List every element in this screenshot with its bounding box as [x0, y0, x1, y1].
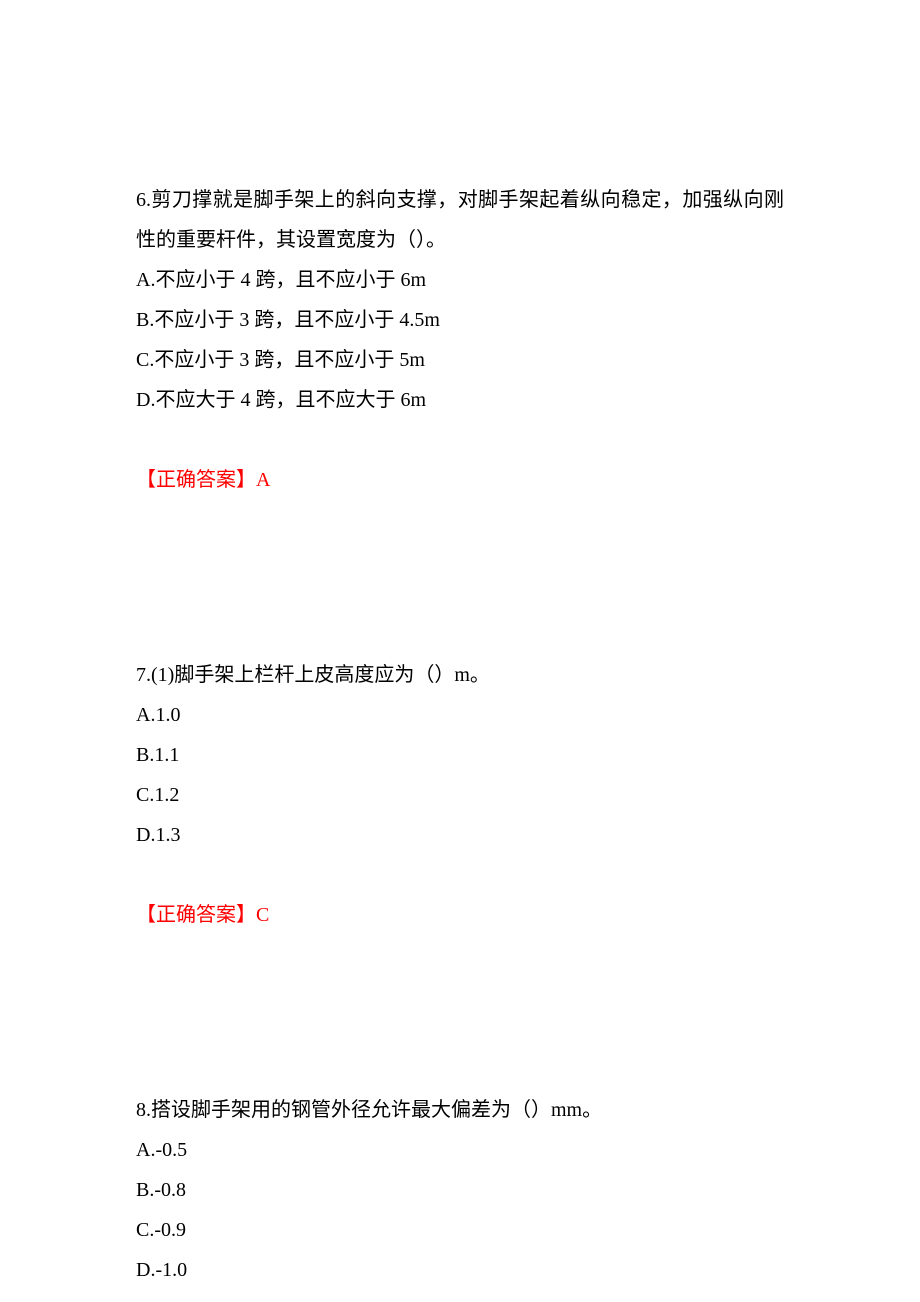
option-c: C.1.2: [136, 775, 784, 815]
option-b: B.1.1: [136, 735, 784, 775]
option-b: B.-0.8: [136, 1170, 784, 1210]
question-8: 8.搭设脚手架用的钢管外径允许最大偏差为（）mm。 A.-0.5 B.-0.8 …: [136, 1090, 784, 1290]
spacer: [136, 560, 784, 655]
question-stem: 7.(1)脚手架上栏杆上皮高度应为（）m。: [136, 655, 784, 695]
question-stem: 8.搭设脚手架用的钢管外径允许最大偏差为（）mm。: [136, 1090, 784, 1130]
option-b: B.不应小于 3 跨，且不应小于 4.5m: [136, 300, 784, 340]
question-options: A.1.0 B.1.1 C.1.2 D.1.3: [136, 695, 784, 855]
question-7: 7.(1)脚手架上栏杆上皮高度应为（）m。 A.1.0 B.1.1 C.1.2 …: [136, 655, 784, 935]
option-d: D.1.3: [136, 815, 784, 855]
question-options: A.不应小于 4 跨，且不应小于 6m B.不应小于 3 跨，且不应小于 4.5…: [136, 260, 784, 420]
spacer: [136, 995, 784, 1090]
option-a: A.-0.5: [136, 1130, 784, 1170]
option-a: A.1.0: [136, 695, 784, 735]
option-c: C.不应小于 3 跨，且不应小于 5m: [136, 340, 784, 380]
question-options: A.-0.5 B.-0.8 C.-0.9 D.-1.0: [136, 1130, 784, 1290]
option-c: C.-0.9: [136, 1210, 784, 1250]
correct-answer: 【正确答案】A: [136, 460, 784, 500]
question-stem: 6.剪刀撑就是脚手架上的斜向支撑，对脚手架起着纵向稳定，加强纵向刚性的重要杆件，…: [136, 180, 784, 260]
document-page: 6.剪刀撑就是脚手架上的斜向支撑，对脚手架起着纵向稳定，加强纵向刚性的重要杆件，…: [0, 0, 920, 1290]
option-d: D.-1.0: [136, 1250, 784, 1290]
option-d: D.不应大于 4 跨，且不应大于 6m: [136, 380, 784, 420]
correct-answer: 【正确答案】C: [136, 895, 784, 935]
option-a: A.不应小于 4 跨，且不应小于 6m: [136, 260, 784, 300]
question-6: 6.剪刀撑就是脚手架上的斜向支撑，对脚手架起着纵向稳定，加强纵向刚性的重要杆件，…: [136, 180, 784, 500]
